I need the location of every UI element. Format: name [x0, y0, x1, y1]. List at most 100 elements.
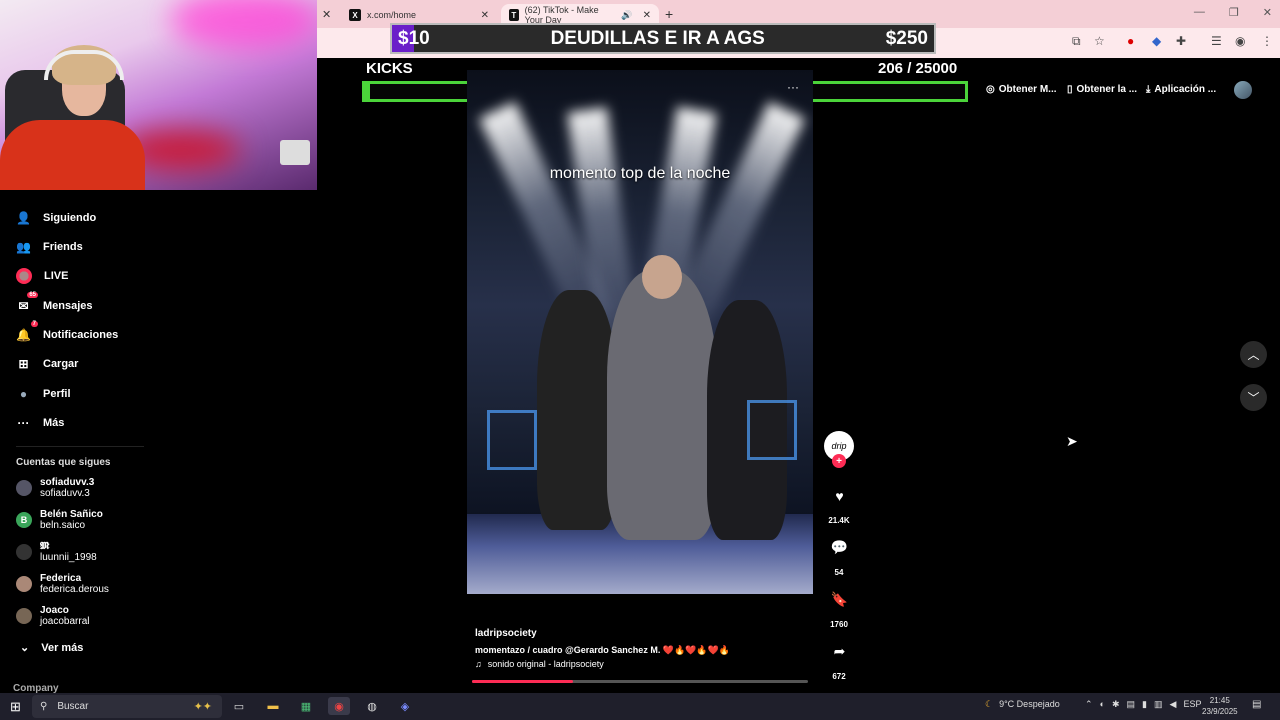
notification-icon: 🔔 7	[16, 321, 38, 342]
bluetooth-icon[interactable]: ✱	[1112, 699, 1120, 710]
bookmark-icon[interactable]: 🔖	[826, 586, 853, 613]
avatar	[16, 576, 32, 592]
account-item[interactable]: B Belén Sañico beln.saico	[16, 509, 103, 531]
video-author[interactable]: ladripsociety	[475, 628, 537, 639]
get-coins-link[interactable]: ◎ Obtener M...	[986, 84, 1057, 95]
messages-badge: 65	[27, 292, 38, 298]
window-controls: — ❐ ✕	[1194, 6, 1272, 19]
next-video-button[interactable]: ﹀	[1240, 384, 1267, 411]
tab-title: x.com/home	[367, 10, 417, 20]
store-icon[interactable]: ▦	[295, 697, 317, 715]
window-close-icon[interactable]: ✕	[1263, 6, 1272, 19]
sidebar-item-upload[interactable]: ⊞ Cargar	[16, 356, 78, 371]
wifi-icon[interactable]: ▥	[1154, 699, 1163, 710]
comment-icon[interactable]: 💬	[826, 534, 853, 561]
file-explorer-icon[interactable]: ▬	[262, 697, 284, 715]
video-sound[interactable]: ♫ sonido original - ladripsociety	[475, 659, 604, 669]
desktop-app-label: Aplicación ...	[1154, 84, 1217, 95]
search-placeholder: Buscar	[57, 701, 89, 712]
minimize-icon[interactable]: —	[1194, 6, 1205, 19]
account-name: 𝕸	[40, 541, 50, 552]
account-name: sofiaduvv.3	[40, 477, 95, 488]
account-name: Federica	[40, 573, 82, 584]
sidebar-item-notifications[interactable]: 🔔 7 Notificaciones	[16, 321, 119, 342]
notification-center-icon[interactable]: ▤	[1252, 699, 1261, 710]
task-view-icon[interactable]: ▭	[228, 697, 250, 715]
network-icon[interactable]: ▤	[1127, 699, 1136, 710]
save-count: 1760	[830, 620, 848, 629]
donation-goal-bar: $10 DEUDILLAS E IR A AGS $250	[390, 23, 936, 54]
get-app-link[interactable]: ▯ Obtener la ...	[1067, 84, 1137, 95]
tiktok-logo-icon: T	[509, 9, 519, 21]
tab-search-icon[interactable]: ☰	[1211, 34, 1222, 48]
sidebar-item-friends[interactable]: 👥 Friends	[16, 239, 83, 254]
account-handle: joacobarral	[40, 616, 90, 627]
tab-close-icon[interactable]: ✕	[643, 10, 651, 21]
previous-video-button[interactable]: ︿	[1240, 341, 1267, 368]
app-tray-icon[interactable]: ◐	[1100, 699, 1105, 710]
account-handle: federica.derous	[40, 584, 109, 595]
discord-icon[interactable]: ◈	[394, 697, 416, 715]
maximize-icon[interactable]: ❐	[1229, 6, 1239, 19]
install-icon[interactable]: ⧉	[1072, 34, 1081, 49]
see-more-button[interactable]: ⌄ Ver más	[20, 641, 83, 655]
avatar	[16, 480, 32, 496]
account-item[interactable]: Federica federica.derous	[16, 573, 109, 595]
system-tray[interactable]: ⌃ ◐ ✱ ▤ ▮ ▥ ◀ ESP	[1085, 699, 1201, 710]
shield-extension-icon[interactable]: ◆	[1152, 34, 1161, 48]
volume-icon[interactable]: ◀	[1170, 699, 1177, 710]
share-icon[interactable]: ➦	[826, 638, 853, 665]
profile-icon[interactable]: ◉	[1235, 34, 1245, 48]
chevron-up-icon[interactable]: ⌃	[1085, 699, 1093, 710]
tab-title: (62) TikTok - Make Your Day	[524, 5, 599, 25]
sidebar-item-label: Friends	[43, 240, 83, 253]
user-avatar[interactable]	[1234, 81, 1252, 99]
sidebar-item-label: Notificaciones	[43, 328, 119, 341]
chevron-down-icon: ﹀	[1247, 391, 1260, 405]
sidebar-item-label: Cargar	[43, 357, 79, 370]
account-name: Belén Sañico	[40, 509, 103, 520]
obs-icon[interactable]: ◍	[361, 697, 383, 715]
like-icon[interactable]: ♥	[826, 482, 853, 509]
account-item[interactable]: 𝕸luunnii_1998	[16, 541, 97, 563]
sidebar-item-profile[interactable]: ● Perfil	[16, 386, 71, 401]
sidebar-item-label: Siguiendo	[43, 211, 97, 224]
close-sidepanel-button[interactable]: ✕	[322, 8, 331, 21]
menu-kebab-icon[interactable]: ⋮	[1261, 34, 1273, 48]
language-label[interactable]: ESP	[1183, 699, 1201, 710]
video-progress-bar[interactable]	[472, 680, 808, 683]
more-options-icon[interactable]: ···	[787, 80, 799, 94]
sidebar-item-live[interactable]: LIVE	[16, 268, 68, 284]
webcam-overlay	[0, 0, 317, 190]
microphone-icon[interactable]: ▮	[1142, 699, 1147, 710]
account-name: Joaco	[40, 605, 69, 616]
desktop-app-link[interactable]: ⤓ Aplicación ...	[1146, 84, 1216, 95]
tab-close-icon[interactable]: ✕	[481, 10, 489, 21]
extensions-icon[interactable]: ✚	[1176, 34, 1186, 48]
follow-button[interactable]: +	[832, 454, 846, 468]
people-icon: 👥	[16, 239, 31, 254]
speaker-icon[interactable]: 🔊	[621, 10, 632, 21]
weather-widget[interactable]: ☾ 9°C Despejado	[985, 699, 1060, 710]
chrome-icon[interactable]: ◉	[328, 697, 350, 715]
sidebar-item-following[interactable]: 👤 Siguiendo	[16, 210, 96, 225]
new-tab-button[interactable]: +	[665, 6, 673, 22]
clock-date: 23/9/2025	[1202, 707, 1238, 716]
bookmark-star-icon[interactable]: ☆	[1094, 34, 1105, 48]
account-handle: luunnii_1998	[40, 552, 97, 563]
video-player[interactable]: ···	[467, 70, 813, 594]
clock[interactable]: 21:45 23/9/2025	[1202, 695, 1238, 717]
account-handle: beln.saico	[40, 520, 86, 531]
account-item[interactable]: Joaco joacobarral	[16, 605, 89, 627]
windows-start-icon[interactable]: ⊞	[10, 699, 21, 715]
taskbar-search[interactable]: ⚲ Buscar ✦✦	[32, 695, 222, 718]
get-app-label: Obtener la ...	[1076, 84, 1138, 95]
account-item[interactable]: sofiaduvv.3 sofiaduvv.3	[16, 477, 94, 499]
person-icon: 👤	[16, 210, 31, 225]
opera-extension-icon[interactable]: ●	[1127, 34, 1134, 48]
sidebar-item-more[interactable]: ··· Más	[16, 415, 65, 430]
sidebar-item-label: Más	[43, 416, 65, 429]
sidebar-item-label: Mensajes	[43, 299, 93, 312]
sidebar-item-messages[interactable]: ✉ 65 Mensajes	[16, 292, 93, 313]
kicks-label: KICKS	[366, 60, 413, 77]
